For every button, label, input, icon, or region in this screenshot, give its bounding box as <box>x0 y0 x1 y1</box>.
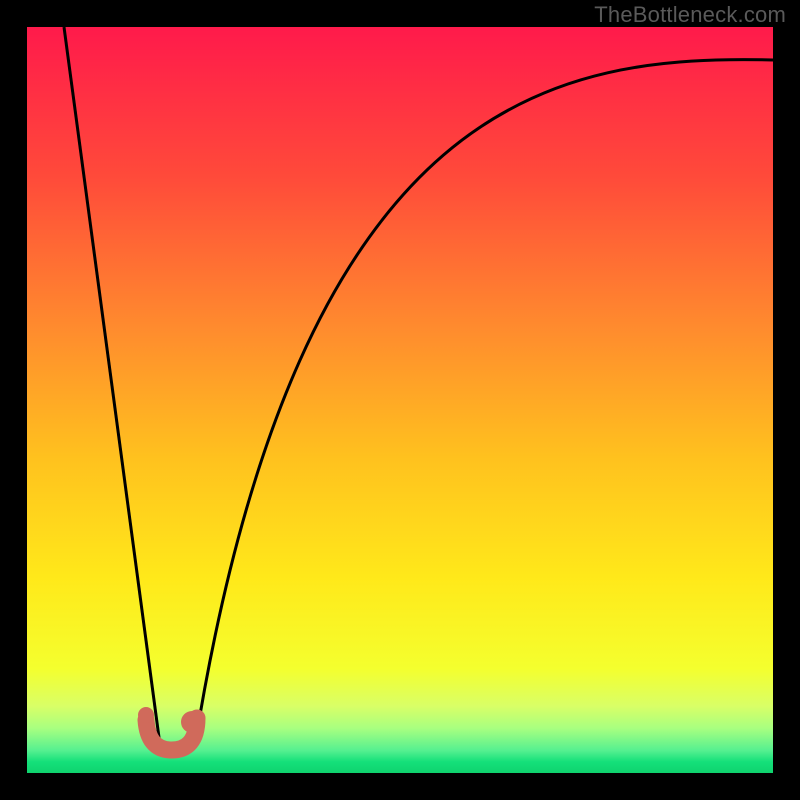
chart-frame: TheBottleneck.com <box>0 0 800 800</box>
trough-dot-right-icon <box>181 711 203 733</box>
plot-background <box>27 27 773 773</box>
bottleneck-chart <box>0 0 800 800</box>
trough-dot-left-icon <box>138 707 154 723</box>
attribution-label: TheBottleneck.com <box>594 2 786 28</box>
